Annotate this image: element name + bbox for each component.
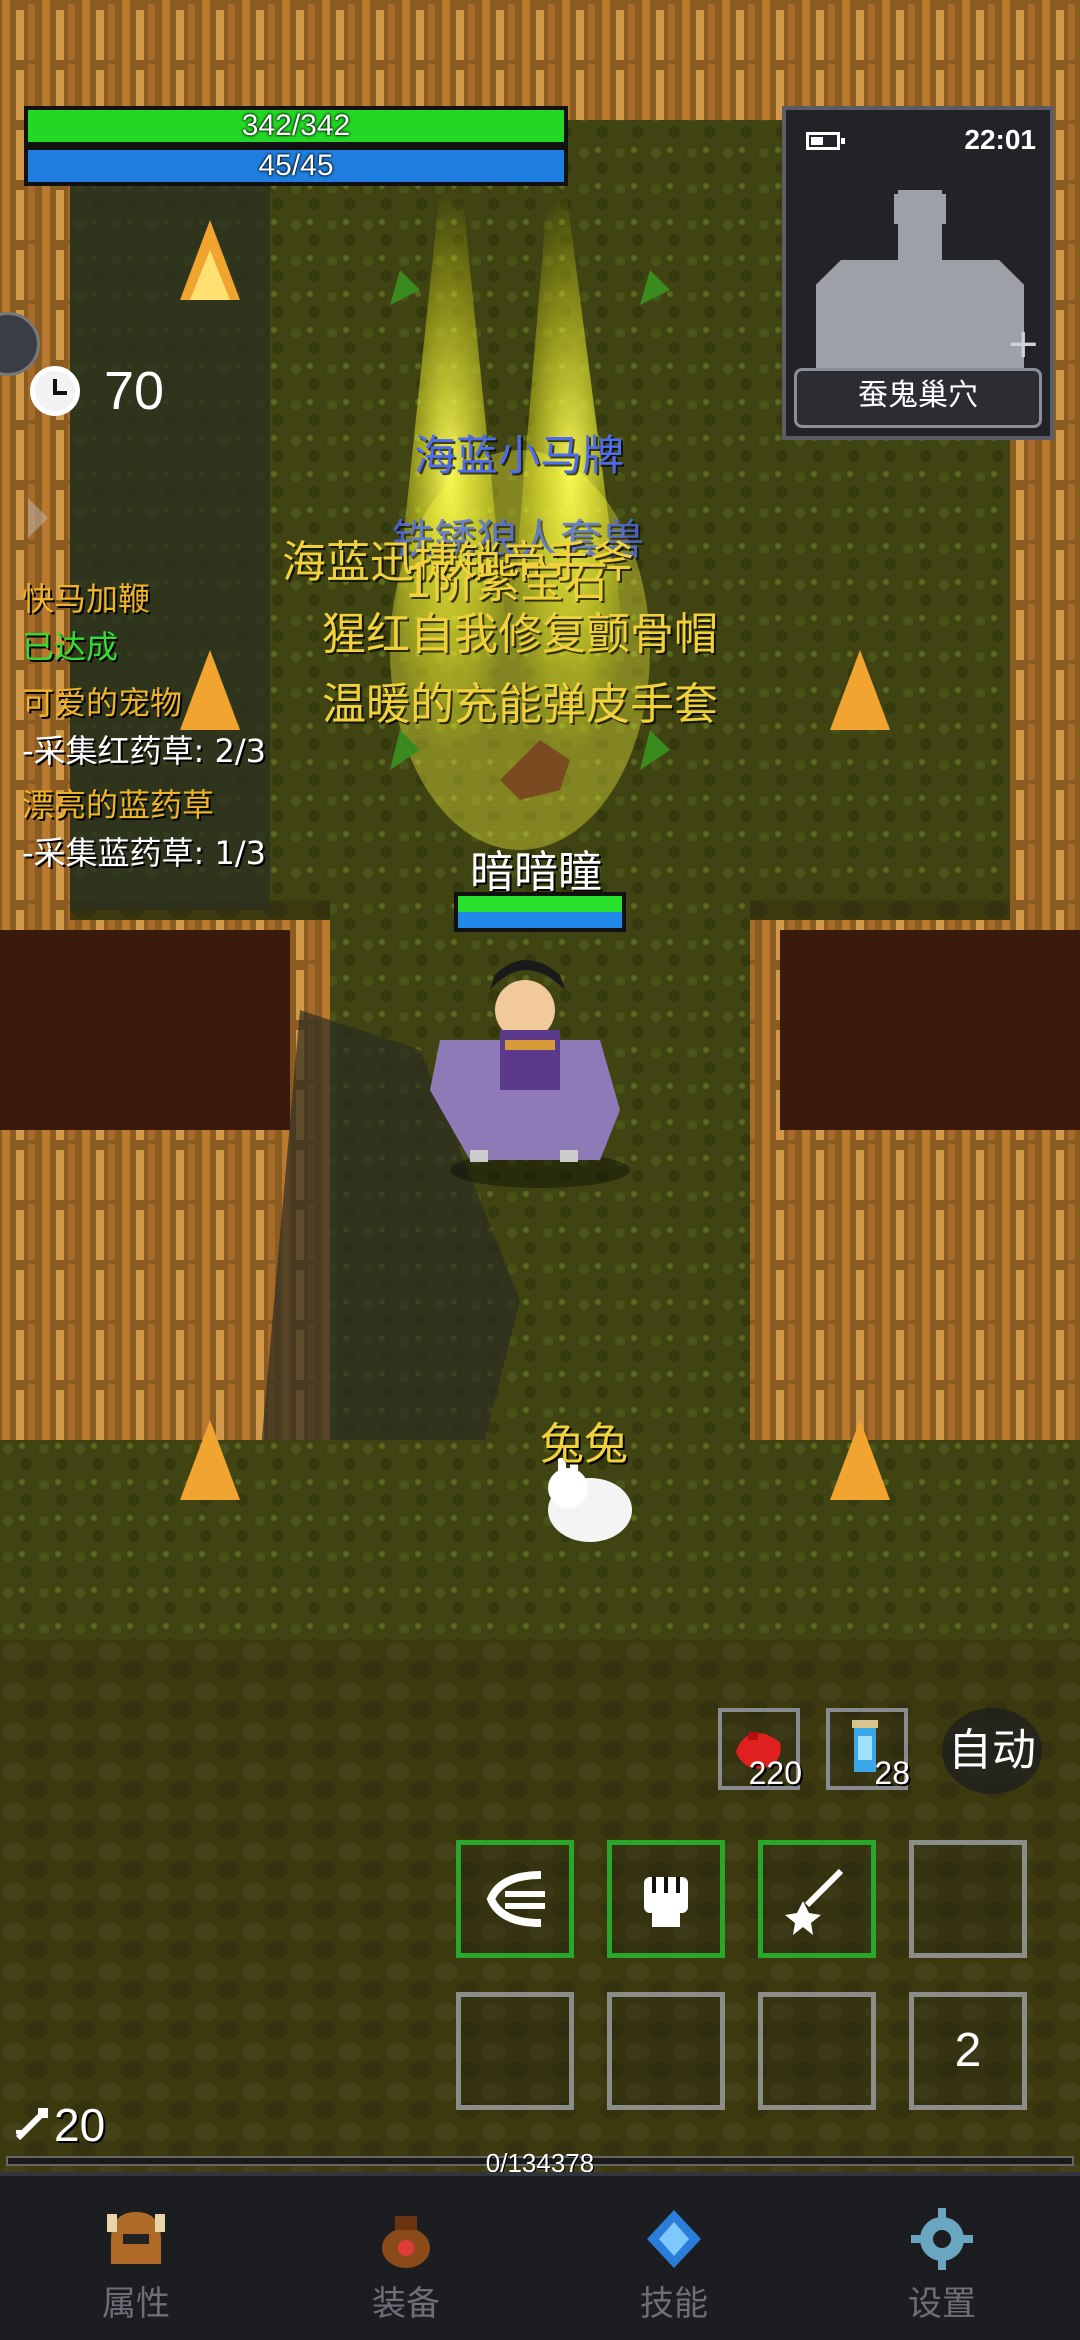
location-name: 蚕鬼巢穴 [794, 368, 1042, 428]
skill-slot-empty[interactable] [456, 1992, 574, 2110]
player-name: 暗暗瞳 [470, 847, 602, 898]
mp-value: 45/45 [258, 149, 334, 182]
quest-status: 已达成 [22, 628, 119, 666]
skill-slot-empty[interactable] [758, 1992, 876, 2110]
player-hp-mini-bar [458, 896, 622, 912]
nav-settings-label: 设置 [908, 2284, 976, 2324]
dash-skill-icon [486, 1871, 545, 1927]
timer-value: 70 [104, 361, 165, 421]
crystal-icon [647, 2210, 701, 2268]
hp-bar: 342/342 [24, 106, 568, 146]
player-health-bars [454, 892, 626, 932]
attack-value: 20 [54, 2099, 106, 2151]
mp-bar: 45/45 [24, 146, 568, 186]
clock-time: 22:01 [964, 124, 1036, 155]
nav-attributes-label: 属性 [102, 2284, 170, 2324]
minimap[interactable]: 22:01 + 蚕鬼巢穴 [782, 106, 1054, 440]
loot-label[interactable]: 海蓝小马牌 [414, 422, 624, 483]
shooting-star-skill-icon [785, 1868, 844, 1935]
skill-slot-empty[interactable] [909, 1840, 1027, 1958]
gear-icon [911, 2208, 973, 2270]
red-potion-count: 220 [748, 1755, 802, 1791]
map-room-small [894, 194, 946, 224]
bottom-navigation: 属性 装备 技能 设置 [0, 2172, 1080, 2340]
nav-skills-label: 技能 [640, 2284, 708, 2324]
quest-progress: -采集蓝药草: 1/3 [22, 834, 267, 872]
nav-attributes[interactable]: 属性 [56, 2206, 216, 2325]
quest-title[interactable]: 可爱的宠物 [22, 678, 182, 724]
battery-icon [806, 132, 845, 150]
fist-skill-icon [644, 1877, 688, 1927]
nav-skills[interactable]: 技能 [594, 2206, 754, 2325]
sword-icon [15, 2108, 48, 2141]
quest-title[interactable]: 漂亮的蓝药草 [22, 780, 214, 826]
skill-slot-fist[interactable] [607, 1840, 725, 1958]
loot-label[interactable]: 温暖的充能弹皮手套 [322, 668, 718, 732]
alarm-clock-icon [30, 366, 80, 416]
zoom-plus-icon[interactable]: + [1006, 324, 1040, 364]
nav-equipment[interactable]: 装备 [326, 2206, 486, 2325]
helmet-icon [107, 2212, 165, 2264]
blue-potion-slot[interactable]: 28 [826, 1708, 910, 1791]
skill-slot-empty[interactable] [607, 1992, 725, 2110]
skill-slot-dash[interactable] [456, 1840, 574, 1958]
quest-progress: -采集红药草: 2/3 [22, 732, 267, 770]
pet-name: 兔兔 [540, 1419, 628, 1470]
red-potion-slot[interactable]: 220 [718, 1708, 802, 1791]
hp-value: 342/342 [241, 109, 351, 142]
player-mp-mini-bar [458, 912, 622, 928]
skill-page-switch-button[interactable]: 2 [909, 1992, 1027, 2110]
nav-settings[interactable]: 设置 [862, 2206, 1022, 2325]
map-room-main [816, 260, 1024, 372]
auto-battle-button[interactable]: 自动 [942, 1708, 1042, 1794]
quest-title[interactable]: 快马加鞭 [22, 574, 150, 620]
blue-potion-count: 28 [874, 1755, 910, 1791]
expand-arrow-icon[interactable] [28, 498, 48, 538]
bag-icon [382, 2216, 430, 2268]
nav-equipment-label: 装备 [372, 2284, 440, 2324]
skill-page-number: 2 [954, 2024, 982, 2077]
skill-slot-star[interactable] [758, 1840, 876, 1958]
loot-label[interactable]: 猩红自我修复颤骨帽 [322, 598, 718, 662]
